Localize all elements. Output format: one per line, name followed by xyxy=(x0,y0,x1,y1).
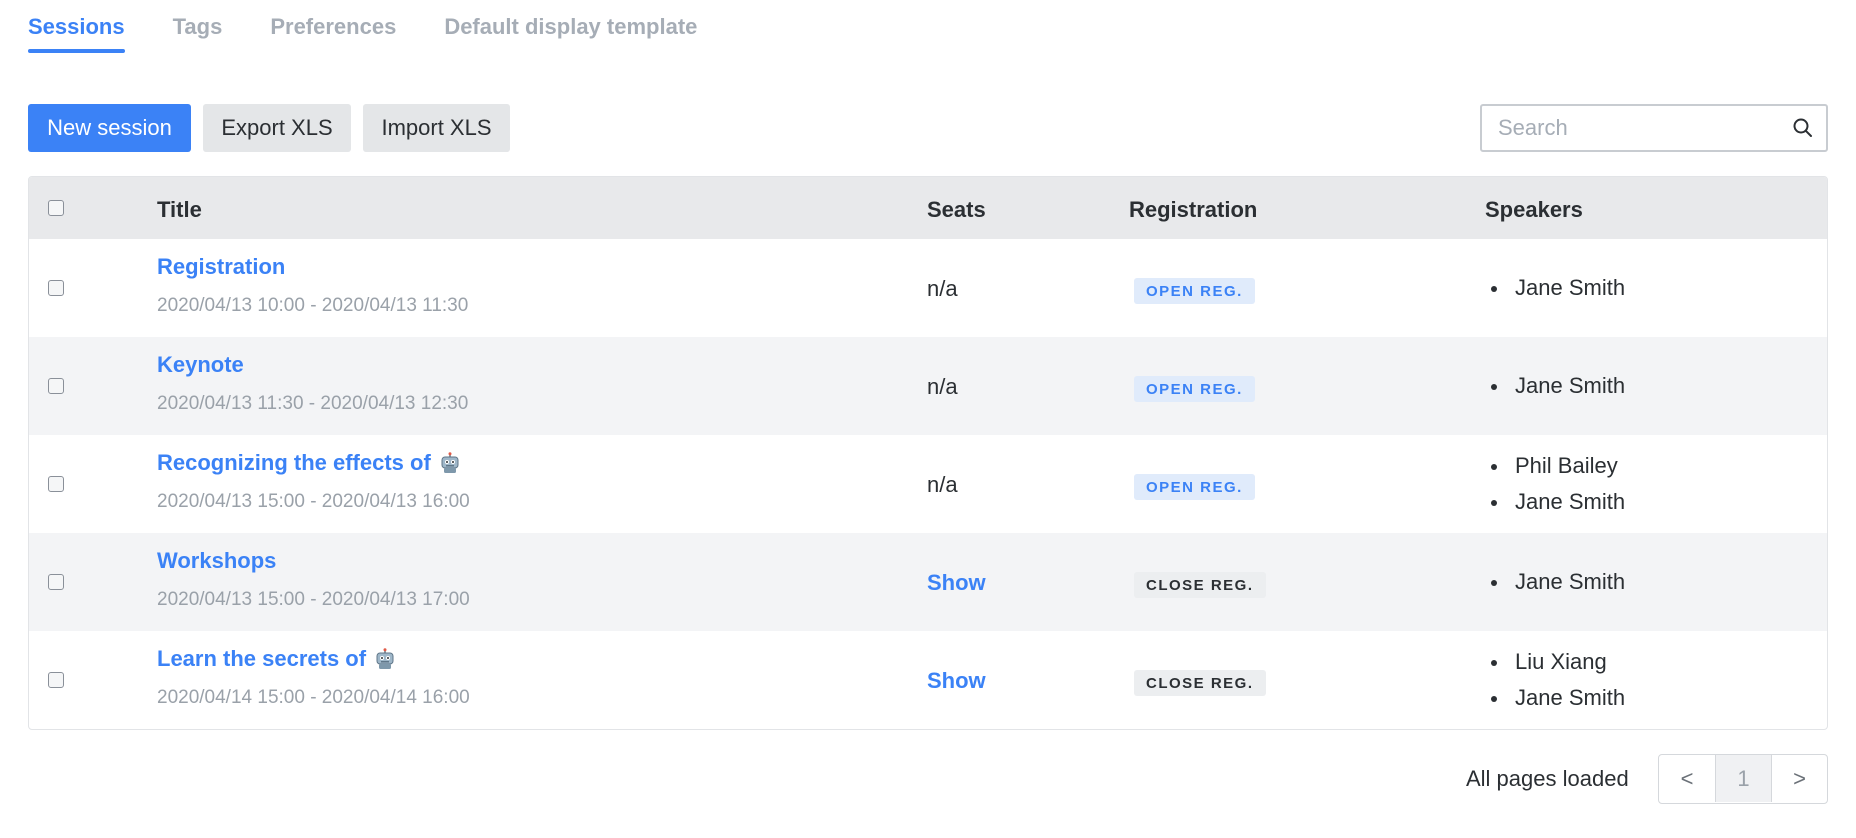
speaker-item: Jane Smith xyxy=(1489,368,1625,404)
speaker-item: Jane Smith xyxy=(1489,270,1625,306)
session-title[interactable]: Learn the secrets of xyxy=(157,646,366,672)
status-badge: OPEN REG. xyxy=(1134,376,1255,402)
session-title-link[interactable]: Workshops xyxy=(157,548,276,574)
session-time: 2020/04/13 10:00 - 2020/04/13 11:30 xyxy=(157,295,469,316)
row-checkbox[interactable] xyxy=(48,378,64,394)
speaker-item: Liu Xiang xyxy=(1489,644,1625,680)
speaker-list: Jane Smith xyxy=(1489,564,1625,600)
export-xls-button[interactable]: Export XLS xyxy=(203,104,351,152)
column-header-registration[interactable]: Registration xyxy=(1129,197,1257,223)
speaker-list: Jane Smith xyxy=(1489,270,1625,306)
row-checkbox[interactable] xyxy=(48,574,64,590)
robot-icon xyxy=(376,648,394,669)
search-box xyxy=(1480,104,1828,152)
status-badge: CLOSE REG. xyxy=(1134,670,1266,696)
seats-value: n/a xyxy=(927,472,958,497)
current-page[interactable]: 1 xyxy=(1715,755,1771,802)
row-checkbox[interactable] xyxy=(48,672,64,688)
session-title[interactable]: Recognizing the effects of xyxy=(157,450,431,476)
tab-default-display-template[interactable]: Default display template xyxy=(444,0,697,56)
speaker-list: Jane Smith xyxy=(1489,368,1625,404)
status-badge: OPEN REG. xyxy=(1134,474,1255,500)
import-xls-button[interactable]: Import XLS xyxy=(363,104,510,152)
table-row: Keynote 2020/04/13 11:30 - 2020/04/13 12… xyxy=(29,337,1827,435)
robot-icon xyxy=(441,452,459,473)
column-header-title[interactable]: Title xyxy=(157,197,202,223)
table-header: Title Seats Registration Speakers xyxy=(29,177,1827,239)
seats-show-link[interactable]: Show xyxy=(927,668,986,694)
seats-value: n/a xyxy=(927,276,958,301)
next-page-button[interactable]: > xyxy=(1771,755,1827,802)
status-badge: OPEN REG. xyxy=(1134,278,1255,304)
session-title[interactable]: Keynote xyxy=(157,352,244,378)
tab-sessions[interactable]: Sessions xyxy=(28,0,125,56)
speaker-list: Phil Bailey Jane Smith xyxy=(1489,448,1625,520)
session-time: 2020/04/14 15:00 - 2020/04/14 16:00 xyxy=(157,687,470,708)
prev-page-button[interactable]: < xyxy=(1659,755,1715,802)
search-icon[interactable] xyxy=(1792,117,1814,139)
session-title-link[interactable]: Keynote xyxy=(157,352,244,378)
search-input[interactable] xyxy=(1482,106,1772,150)
speaker-list: Liu Xiang Jane Smith xyxy=(1489,644,1625,716)
speaker-item: Phil Bailey xyxy=(1489,448,1625,484)
tab-preferences[interactable]: Preferences xyxy=(270,0,396,56)
session-time: 2020/04/13 15:00 - 2020/04/13 17:00 xyxy=(157,589,470,610)
speaker-item: Jane Smith xyxy=(1489,484,1625,520)
pagination-status: All pages loaded xyxy=(1466,766,1629,791)
tab-tags[interactable]: Tags xyxy=(173,0,223,56)
session-title-link[interactable]: Registration xyxy=(157,254,285,280)
seats-show-link[interactable]: Show xyxy=(927,570,986,596)
session-title-link[interactable]: Learn the secrets of xyxy=(157,646,396,672)
table-row: Registration 2020/04/13 10:00 - 2020/04/… xyxy=(29,239,1827,337)
speaker-item: Jane Smith xyxy=(1489,680,1625,716)
column-header-seats[interactable]: Seats xyxy=(927,197,986,223)
pagination: < 1 > xyxy=(1658,754,1828,804)
session-title[interactable]: Registration xyxy=(157,254,285,280)
speaker-item: Jane Smith xyxy=(1489,564,1625,600)
row-checkbox[interactable] xyxy=(48,476,64,492)
row-checkbox[interactable] xyxy=(48,280,64,296)
table-row: Learn the secrets of 2020/04/14 15:00 - … xyxy=(29,631,1827,729)
table-row: Recognizing the effects of 2020/04/13 15… xyxy=(29,435,1827,533)
session-title[interactable]: Workshops xyxy=(157,548,276,574)
table-row: Workshops 2020/04/13 15:00 - 2020/04/13 … xyxy=(29,533,1827,631)
select-all-checkbox[interactable] xyxy=(48,200,64,216)
sessions-table: Title Seats Registration Speakers Regist… xyxy=(28,176,1828,730)
session-time: 2020/04/13 15:00 - 2020/04/13 16:00 xyxy=(157,491,470,512)
column-header-speakers[interactable]: Speakers xyxy=(1485,197,1583,223)
status-badge: CLOSE REG. xyxy=(1134,572,1266,598)
session-title-link[interactable]: Recognizing the effects of xyxy=(157,450,461,476)
new-session-button[interactable]: New session xyxy=(28,104,191,152)
seats-value: n/a xyxy=(927,374,958,399)
session-time: 2020/04/13 11:30 - 2020/04/13 12:30 xyxy=(157,393,469,414)
tab-bar: Sessions Tags Preferences Default displa… xyxy=(28,0,697,56)
